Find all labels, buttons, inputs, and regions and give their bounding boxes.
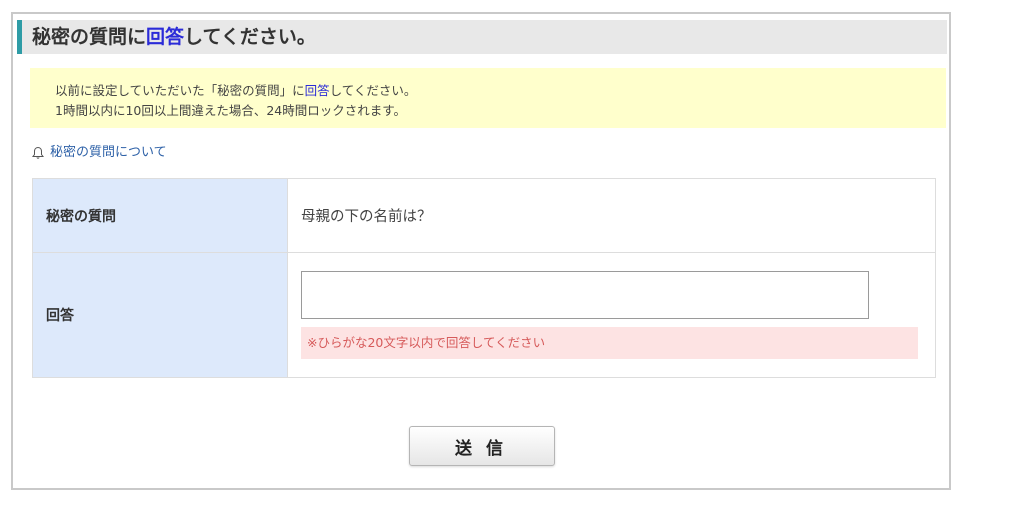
answer-row: 回答 ※ひらがな20文字以内で回答してください <box>32 252 936 378</box>
notice-line-1: 以前に設定していただいた「秘密の質問」に回答してください。 <box>55 81 946 101</box>
answer-hint: ※ひらがな20文字以内で回答してください <box>301 327 918 359</box>
page-title-before: 秘密の質問に <box>32 26 147 48</box>
answer-cell: ※ひらがな20文字以内で回答してください <box>287 252 936 378</box>
page-title: 秘密の質問に回答してください。 <box>17 20 947 54</box>
about-secret-question-link[interactable]: 秘密の質問について <box>31 144 167 162</box>
about-link-label: 秘密の質問について <box>50 145 167 160</box>
page-title-after: してください。 <box>184 26 316 48</box>
question-row: 秘密の質問 母親の下の名前は？ <box>32 178 936 253</box>
submit-button[interactable]: 送信 <box>409 426 555 466</box>
answer-input[interactable] <box>301 271 869 319</box>
notice-line-1-after: してください。 <box>329 83 417 98</box>
notice-line-2: 1時間以内に10回以上間違えた場合、24時間ロックされます。 <box>55 103 407 118</box>
answer-label: 回答 <box>32 252 288 378</box>
secret-question-panel: 秘密の質問に回答してください。 以前に設定していただいた「秘密の質問」に回答して… <box>11 12 951 490</box>
question-label: 秘密の質問 <box>32 178 288 253</box>
question-value: 母親の下の名前は？ <box>287 178 936 253</box>
page-title-emphasis: 回答 <box>146 26 185 48</box>
notice-line-1-emphasis: 回答 <box>304 83 330 98</box>
notice-line-1-before: 以前に設定していただいた「秘密の質問」に <box>55 83 305 98</box>
bell-icon <box>32 146 44 159</box>
secret-question-form: 秘密の質問 母親の下の名前は？ 回答 ※ひらがな20文字以内で回答してください <box>32 178 936 378</box>
notice-box: 以前に設定していただいた「秘密の質問」に回答してください。 1時間以内に10回以… <box>30 68 946 128</box>
